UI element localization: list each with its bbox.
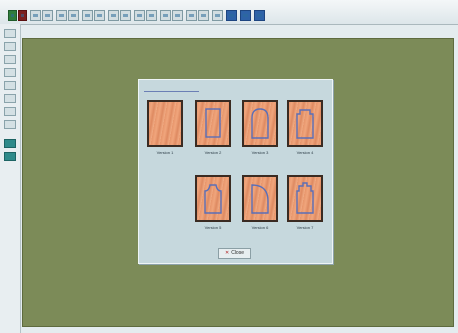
- tile-label: Version 1: [156, 150, 174, 155]
- groove-quarter-arc-icon: [251, 184, 269, 214]
- tile-label: Version 6: [251, 225, 269, 230]
- shape-tile-double-notch[interactable]: [287, 175, 323, 222]
- main-toolbar: [0, 0, 458, 25]
- rotate-icon[interactable]: [186, 10, 197, 21]
- layer-tool-icon[interactable]: [4, 152, 16, 161]
- copy-icon[interactable]: [56, 10, 67, 21]
- shape-tile-quarter-arc[interactable]: [242, 175, 278, 222]
- cut-icon[interactable]: [42, 10, 53, 21]
- dialog-title-underline: [144, 91, 199, 92]
- tile-label: Version 4: [296, 150, 314, 155]
- mirror-icon[interactable]: [198, 10, 209, 21]
- line-tool-icon[interactable]: [4, 42, 16, 51]
- redo-icon[interactable]: [94, 10, 105, 21]
- groove-double-notch-icon: [296, 182, 314, 214]
- wood-texture: [149, 102, 181, 145]
- grid-icon[interactable]: [134, 10, 145, 21]
- layers-icon[interactable]: [212, 10, 223, 21]
- groove-notched-icon: [296, 109, 314, 139]
- select-icon[interactable]: [146, 10, 157, 21]
- text-tool-icon[interactable]: [4, 139, 16, 148]
- groove-rect-inset-icon: [205, 108, 221, 138]
- shape-tile-rect-inset[interactable]: [195, 100, 231, 147]
- zoom-out-icon[interactable]: [120, 10, 131, 21]
- trim-tool-icon[interactable]: [4, 94, 16, 103]
- shape-selection-dialog: Version 1 Version 2 Version 3 Version 4 …: [138, 79, 333, 264]
- close-button[interactable]: ✕ Close: [218, 248, 251, 259]
- arc-tool-icon[interactable]: [4, 55, 16, 64]
- draw-icon[interactable]: [160, 10, 171, 21]
- preview-icon[interactable]: [240, 10, 251, 21]
- shape-tile-cathedral[interactable]: [195, 175, 231, 222]
- save-icon[interactable]: [30, 10, 41, 21]
- left-toolbar: [0, 24, 21, 333]
- close-icon: ✕: [225, 250, 230, 256]
- paste-icon[interactable]: [68, 10, 79, 21]
- print-icon[interactable]: [254, 10, 265, 21]
- new-icon[interactable]: [8, 10, 17, 21]
- close-button-label: Close: [231, 250, 244, 256]
- shape-tile-arch[interactable]: [242, 100, 278, 147]
- tile-label: Version 3: [251, 150, 269, 155]
- shape-tile-notched[interactable]: [287, 100, 323, 147]
- dimension-tool-icon[interactable]: [4, 120, 16, 129]
- rect-tool-icon[interactable]: [4, 68, 16, 77]
- tile-label: Version 2: [204, 150, 222, 155]
- groove-cathedral-icon: [204, 184, 222, 214]
- shape-tile-plain[interactable]: [147, 100, 183, 147]
- tile-label: Version 5: [204, 225, 222, 230]
- tile-label: Version 7: [296, 225, 314, 230]
- undo-icon[interactable]: [82, 10, 93, 21]
- open-icon[interactable]: [18, 10, 27, 21]
- groove-arch-icon: [251, 108, 269, 139]
- zoom-in-icon[interactable]: [108, 10, 119, 21]
- settings-icon[interactable]: [226, 10, 237, 21]
- offset-tool-icon[interactable]: [4, 107, 16, 116]
- node-tool-icon[interactable]: [4, 81, 16, 90]
- pointer-tool-icon[interactable]: [4, 29, 16, 38]
- measure-icon[interactable]: [172, 10, 183, 21]
